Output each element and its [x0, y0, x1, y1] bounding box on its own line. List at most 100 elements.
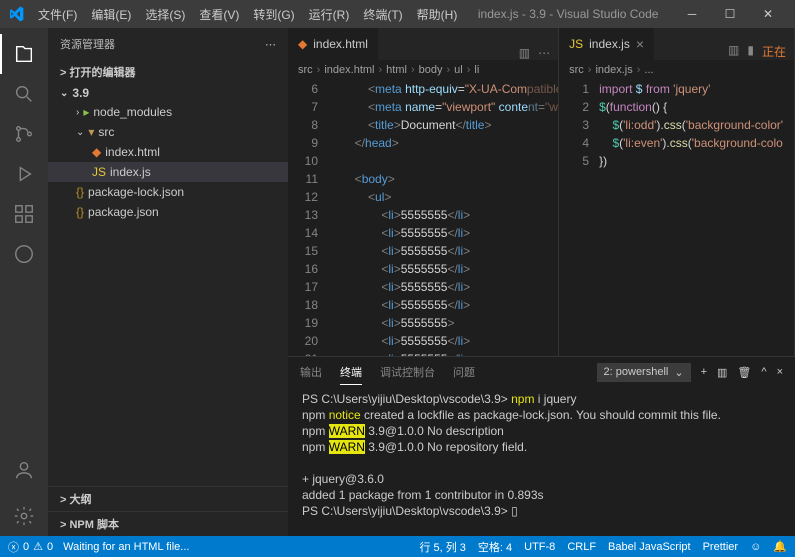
maximize-panel-icon[interactable]: ^	[761, 366, 766, 378]
menu-item[interactable]: 文件(F)	[32, 2, 83, 27]
search-icon[interactable]	[0, 74, 48, 114]
panel-tab[interactable]: 终端	[340, 360, 362, 385]
editor-group-left: ◆ index.html ▥ ⋯ src›index.html›html›bod…	[288, 28, 559, 356]
menu-item[interactable]: 选择(S)	[139, 2, 191, 27]
close-icon[interactable]: ×	[636, 36, 644, 52]
panel-tab[interactable]: 输出	[300, 360, 322, 385]
json-file-icon: {}	[76, 185, 84, 199]
tab-label: index.html	[313, 37, 368, 51]
tree-label: package-lock.json	[88, 185, 184, 199]
close-panel-icon[interactable]: ×	[777, 366, 783, 378]
close-button[interactable]: ✕	[749, 0, 787, 28]
toggle-icon[interactable]: ▮	[747, 43, 754, 60]
more-icon[interactable]: ⋯	[538, 46, 550, 60]
panel-tab[interactable]: 调试控制台	[380, 360, 435, 385]
chevron-down-icon: ⌄	[60, 88, 68, 99]
menu-item[interactable]: 帮助(H)	[411, 2, 464, 27]
status-feedback-icon[interactable]: ☺	[750, 539, 761, 555]
html-file-icon: ◆	[298, 37, 307, 51]
bottom-panel: 输出终端调试控制台问题 2: powershell ⌄ + ▥ 🗑 ^ × PS…	[288, 356, 795, 536]
panel-tab[interactable]: 问题	[453, 360, 475, 385]
file-index-js[interactable]: JSindex.js	[48, 162, 288, 182]
folder-open-icon: ▾	[88, 125, 94, 139]
status-language[interactable]: Babel JavaScript	[608, 539, 691, 555]
titlebar: 文件(F)编辑(E)选择(S)查看(V)转到(G)运行(R)终端(T)帮助(H)…	[0, 0, 795, 28]
tree-label: node_modules	[93, 105, 172, 119]
terminal-select[interactable]: 2: powershell ⌄	[597, 363, 691, 382]
new-terminal-icon[interactable]: +	[701, 366, 707, 378]
minimize-button[interactable]: ─	[673, 0, 711, 28]
extensions-icon[interactable]	[0, 194, 48, 234]
js-file-icon: JS	[569, 37, 583, 51]
sidebar-more-icon[interactable]: ⋯	[265, 38, 276, 51]
chevron-down-icon: ⌄	[76, 127, 84, 138]
file-index-html[interactable]: ◆index.html	[48, 142, 288, 162]
folder-icon: ▸	[83, 105, 89, 119]
breadcrumb-right[interactable]: src›index.js›...	[559, 60, 794, 80]
maximize-button[interactable]: ☐	[711, 0, 749, 28]
vscode-logo-icon	[8, 6, 24, 22]
file-package-lock[interactable]: {} package-lock.json	[48, 182, 288, 202]
editor-group-right: JS index.js × ▥ ▮ 正在 src›index.js›... 12…	[559, 28, 795, 356]
status-encoding[interactable]: UTF-8	[524, 539, 555, 555]
split-terminal-icon[interactable]: ▥	[717, 366, 727, 379]
menu-item[interactable]: 编辑(E)	[85, 2, 137, 27]
status-prettier[interactable]: Prettier	[703, 539, 738, 555]
tabs-left: ◆ index.html ▥ ⋯	[288, 28, 558, 60]
status-cursor[interactable]: 行 5, 列 3	[419, 539, 465, 555]
tab-index-html[interactable]: ◆ index.html	[288, 28, 379, 60]
tab-label: index.js	[589, 37, 630, 51]
explorer-icon[interactable]	[0, 34, 48, 74]
tree-label: src	[98, 125, 114, 139]
outline-section[interactable]: > 大纲	[48, 486, 288, 511]
tabs-right: JS index.js × ▥ ▮ 正在	[559, 28, 794, 60]
file-package-json[interactable]: {}package.json	[48, 202, 288, 222]
split-editor-icon[interactable]: ▥	[728, 43, 739, 60]
sidebar-title-text: 资源管理器	[60, 36, 115, 52]
menu-bar: 文件(F)编辑(E)选择(S)查看(V)转到(G)运行(R)终端(T)帮助(H)	[32, 2, 463, 27]
kill-terminal-icon[interactable]: 🗑	[737, 366, 751, 379]
terminal-select-label: 2: powershell	[604, 366, 669, 378]
more-text[interactable]: 正在	[762, 43, 786, 60]
window-title: index.js - 3.9 - Visual Studio Code	[463, 7, 673, 21]
tree-label: package.json	[88, 205, 159, 219]
menu-item[interactable]: 运行(R)	[303, 2, 356, 27]
npm-scripts-section[interactable]: > NPM 脚本	[48, 511, 288, 536]
menu-item[interactable]: 终端(T)	[357, 2, 408, 27]
chevron-down-icon: ⌄	[674, 366, 683, 379]
activity-bar	[0, 28, 48, 536]
open-editors-section[interactable]: > 打开的编辑器	[48, 60, 288, 84]
settings-icon[interactable]	[0, 496, 48, 536]
html-file-icon: ◆	[92, 145, 101, 159]
tab-actions: ▥ ▮ 正在	[720, 43, 794, 60]
source-control-icon[interactable]	[0, 114, 48, 154]
warning-icon: ⚠	[33, 540, 43, 553]
tab-actions: ▥ ⋯	[511, 46, 558, 60]
file-tree: ›▸node_modules ⌄▾src ◆index.html JSindex…	[48, 102, 288, 486]
editor-zone: ◆ index.html ▥ ⋯ src›index.html›html›bod…	[288, 28, 795, 536]
split-editor-icon[interactable]: ▥	[519, 46, 530, 60]
status-bar: ⓧ0 ⚠0 Waiting for an HTML file... 行 5, 列…	[0, 536, 795, 557]
folder-node-modules[interactable]: ›▸node_modules	[48, 102, 288, 122]
code-editor-right[interactable]: 12345 import $ from 'jquery'$(function()…	[559, 80, 794, 356]
breadcrumb-left[interactable]: src›index.html›html›body›ul›li	[288, 60, 558, 80]
status-spaces[interactable]: 空格: 4	[478, 539, 512, 555]
status-eol[interactable]: CRLF	[567, 539, 596, 555]
folder-src[interactable]: ⌄ ▾ src	[48, 122, 288, 142]
remote-icon[interactable]	[0, 234, 48, 274]
tab-index-js[interactable]: JS index.js ×	[559, 28, 655, 60]
folder-root[interactable]: ⌄ 3.9	[48, 84, 288, 102]
code-editor-left[interactable]: 678910111213141516171819202122232425 <me…	[288, 80, 558, 356]
js-file-icon: JS	[92, 165, 106, 179]
account-icon[interactable]	[0, 450, 48, 490]
status-waiting[interactable]: Waiting for an HTML file...	[63, 541, 189, 553]
folder-root-label: 3.9	[72, 86, 89, 100]
terminal-content[interactable]: PS C:\Users\yijiu\Desktop\vscode\3.9> np…	[288, 387, 795, 536]
status-bell-icon[interactable]: 🔔	[773, 539, 787, 555]
minimap[interactable]	[528, 80, 558, 356]
window-controls: ─ ☐ ✕	[673, 0, 787, 28]
menu-item[interactable]: 查看(V)	[193, 2, 245, 27]
status-errors[interactable]: ⓧ0 ⚠0	[8, 539, 53, 555]
menu-item[interactable]: 转到(G)	[247, 2, 300, 27]
debug-icon[interactable]	[0, 154, 48, 194]
